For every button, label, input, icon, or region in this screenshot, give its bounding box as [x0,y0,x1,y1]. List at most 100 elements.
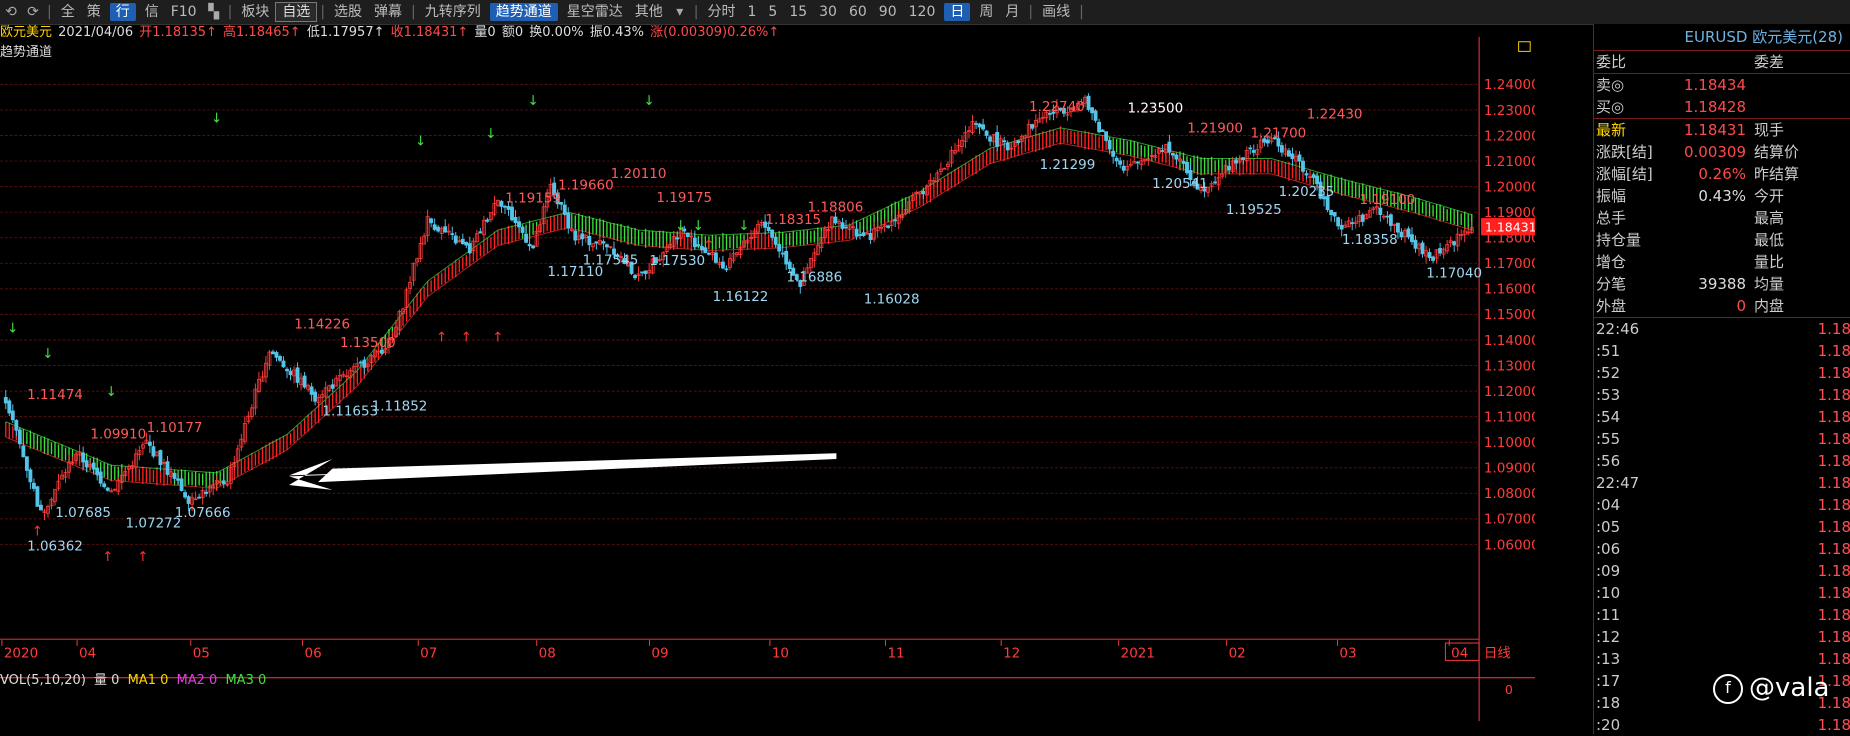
layout-icon[interactable]: ▚ [203,4,225,20]
quote-value: 0.26% [1698,165,1746,183]
tb-other[interactable]: 其他 [629,0,669,24]
tb-all[interactable]: 全 [55,0,81,24]
quote-label: 分笔 [1596,275,1627,293]
tb-quote[interactable]: 行 [109,3,136,21]
tb-trend-channel[interactable]: 趋势通道 [489,3,558,21]
tb-30m[interactable]: 30 [813,0,843,24]
tick-row: :12 1.18 [1594,626,1850,648]
candle-body [844,226,848,229]
candle-body [517,221,521,228]
candle-body [1234,159,1239,164]
quote-row: 外盘 0 内盘 [1594,295,1850,318]
candle-body [35,486,40,507]
tb-15m[interactable]: 15 [783,0,813,24]
tick-time: :52 [1596,364,1621,382]
candle-body [10,410,15,421]
candle-body [7,400,12,414]
tb-1m[interactable]: 1 [741,0,762,24]
tick-time: :54 [1596,408,1621,426]
price-annotation: 1.17545 [583,253,639,269]
tick-row: :10 1.18 [1594,582,1850,604]
candlestick-chart[interactable]: 1.240001.230001.220001.210001.200001.190… [0,24,1535,734]
tb-week[interactable]: 周 [973,0,999,24]
quote-label: 买◎ [1596,98,1625,116]
tb-5m[interactable]: 5 [762,0,783,24]
candle-body [499,200,504,207]
candle-body [95,467,100,475]
price-annotation: 1.20235 [1279,184,1335,200]
back-icon[interactable]: ⟲ [0,4,22,20]
candle-body [467,243,472,254]
candle-body [158,450,163,466]
candle-body [81,452,86,463]
candle-body [773,236,778,245]
tb-90m[interactable]: 90 [873,0,903,24]
quote-row: 卖◎ 1.18434 [1594,74,1850,96]
candle-body [531,245,536,249]
candle-body [172,472,177,479]
tb-month[interactable]: 月 [999,0,1025,24]
candle-body [1185,161,1189,174]
tb-screener[interactable]: 选股 [328,0,368,24]
candle-body [1097,121,1102,133]
open-value: 开1.18135↑ [139,25,217,40]
candle-body [1311,174,1316,178]
tb-danmaku[interactable]: 弹幕 [368,0,408,24]
x-tick-label: 2021 [1121,645,1155,661]
candle-body [784,250,789,265]
tick-price: 1.18 [1817,452,1850,470]
candle-body [1170,153,1175,156]
symbol-name: 欧元美元 [0,25,53,40]
chevron-down-icon[interactable]: ▾ [669,4,691,20]
quote-value: 1.18431 [1683,121,1746,139]
candle-body [1279,145,1284,153]
candle-body [1241,157,1246,161]
candle-body [503,205,507,208]
y-tick-label: 1.16000 [1484,282,1535,298]
price-annotation: 1.18806 [808,199,864,215]
tb-intraday[interactable]: 分时 [701,0,741,24]
x-tick-label: 04 [79,645,96,661]
price-annotation: 1.23500 [1127,101,1183,117]
candle-body [1301,160,1305,172]
amount-value: 额0 [501,25,524,40]
price-annotation: 1.16122 [713,289,769,305]
tb-strategy[interactable]: 策 [81,0,107,24]
candle-body [527,243,532,247]
candle-body [921,190,926,195]
tb-draw[interactable]: 画线 [1036,0,1076,24]
tick-row: :54 1.18 [1594,406,1850,428]
price-annotation: 1.17040 [1426,266,1482,282]
price-annotation: 1.11653 [322,403,378,419]
tb-day[interactable]: 日 [944,3,971,21]
tb-f10[interactable]: F10 [165,0,203,24]
candle-body [1093,110,1098,121]
tb-nine-turn[interactable]: 九转序列 [419,0,487,24]
candle-body [1304,173,1309,176]
candle-body [91,462,96,470]
tb-sector[interactable]: 板块 [235,0,275,24]
period-label: 日线 [1484,645,1511,661]
tb-watchlist[interactable]: 自选 [275,2,318,22]
quote-row: 增仓 量比 [1594,251,1850,273]
quote-label-right: 最低 [1754,231,1785,249]
candle-body [787,261,792,270]
tb-120m[interactable]: 120 [903,0,942,24]
price-annotation: 1.19159 [505,190,561,206]
candle-body [988,136,993,142]
tb-60m[interactable]: 60 [843,0,873,24]
tick-time: :06 [1596,540,1621,558]
price-annotation: 1.13500 [340,335,396,351]
tick-time: :51 [1596,342,1621,360]
tick-row: 22:46 1.18 [1594,318,1850,340]
x-tick-label: 12 [1003,645,1020,661]
forward-icon[interactable]: ⟳ [22,4,44,20]
candle-body [984,130,989,136]
candle-body [1002,140,1007,143]
quote-rows: 委比 委差 卖◎ 1.18434 买◎ 1.18428 最新 1.18431 现手 涨跌[结] 0.… [1594,51,1850,318]
candle-body [1388,214,1393,226]
x-tick-label: 08 [539,645,556,661]
candle-body [861,232,866,237]
tb-info[interactable]: 信 [139,0,165,24]
tb-radar[interactable]: 星空雷达 [561,0,629,24]
